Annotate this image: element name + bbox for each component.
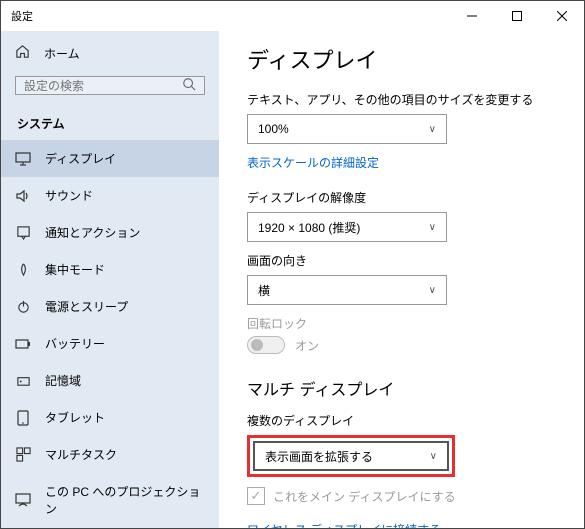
resolution-select[interactable]: 1920 × 1080 (推奨) ∨ [247,212,447,242]
page-title: ディスプレイ [247,43,556,75]
resolution-value: 1920 × 1080 (推奨) [258,219,360,236]
chevron-down-icon: ∨ [429,222,436,233]
nav-label: 通知とアクション [45,224,140,241]
sidebar-item-shared[interactable]: 共有エクスペリエンス [1,527,219,528]
search-icon [182,77,196,94]
sidebar-item-storage[interactable]: 記憶域 [1,362,219,399]
home-label: ホーム [44,45,80,62]
home-link[interactable]: ホーム [1,34,219,72]
multi-display-value: 表示画面を拡張する [265,448,373,465]
sidebar-item-multitask[interactable]: マルチタスク [1,436,219,473]
sidebar-item-sound[interactable]: サウンド [1,177,219,214]
orientation-select[interactable]: 横 ∨ [247,275,447,305]
highlight-annotation: 表示画面を拡張する ∨ [247,435,455,477]
make-main-label: これをメイン ディスプレイにする [273,488,456,505]
rotation-lock-state: オン [295,337,319,354]
chevron-down-icon: ∨ [429,285,436,296]
window-title: 設定 [11,8,449,24]
nav-label: この PC へのプロジェクション [45,483,203,517]
sidebar-item-battery[interactable]: バッテリー [1,325,219,362]
multitask-icon [15,447,31,462]
nav-label: 電源とスリープ [45,298,128,315]
multi-display-heading: マルチ ディスプレイ [247,376,556,400]
nav-label: 集中モード [45,261,105,278]
projection-icon [15,493,31,507]
power-icon [15,299,31,314]
resolution-label: ディスプレイの解像度 [247,189,556,206]
storage-icon [15,373,31,388]
display-icon [15,152,31,166]
tablet-icon [15,410,31,426]
minimize-button[interactable] [449,1,494,31]
battery-icon [15,338,31,350]
multi-display-label: 複数のディスプレイ [247,412,556,429]
scale-value: 100% [258,122,289,136]
orientation-value: 横 [258,282,270,299]
focus-icon [15,262,31,277]
nav-label: 記憶域 [45,372,81,389]
nav-list: ディスプレイ サウンド 通知とアクション 集中モード 電源とスリープ バッテリー… [1,140,219,528]
close-button[interactable] [539,1,584,31]
sidebar-item-notifications[interactable]: 通知とアクション [1,214,219,251]
make-main-checkbox-row: ✓ これをメイン ディスプレイにする [247,487,556,505]
make-main-checkbox: ✓ [247,487,265,505]
search-input[interactable] [15,76,205,95]
home-icon [15,44,30,62]
titlebar: 設定 [1,1,584,31]
rotation-lock-label: 回転ロック [247,315,556,332]
search-field[interactable] [24,79,182,93]
advanced-scale-link[interactable]: 表示スケールの詳細設定 [247,154,556,171]
orientation-label: 画面の向き [247,252,556,269]
sidebar-item-tablet[interactable]: タブレット [1,399,219,436]
nav-label: バッテリー [45,335,105,352]
notification-icon [15,225,31,240]
nav-label: タブレット [45,409,105,426]
chevron-down-icon: ∨ [429,124,436,135]
sidebar-item-focus[interactable]: 集中モード [1,251,219,288]
maximize-button[interactable] [494,1,539,31]
chevron-down-icon: ∨ [430,451,437,462]
wireless-display-link[interactable]: ワイヤレス ディスプレイに接続する [247,521,556,528]
scale-label: テキスト、アプリ、その他の項目のサイズを変更する [247,91,556,108]
sidebar-item-power[interactable]: 電源とスリープ [1,288,219,325]
multi-display-select[interactable]: 表示画面を拡張する ∨ [253,441,449,471]
rotation-lock-toggle [247,336,285,354]
nav-label: ディスプレイ [45,150,116,167]
content-area: ディスプレイ テキスト、アプリ、その他の項目のサイズを変更する 100% ∨ 表… [219,31,584,528]
sound-icon [15,189,31,203]
sidebar: ホーム システム ディスプレイ サウンド 通知とアクション 集中モード 電源とス… [1,31,219,528]
category-label: システム [1,105,219,140]
scale-select[interactable]: 100% ∨ [247,114,447,144]
nav-label: マルチタスク [45,446,117,463]
sidebar-item-display[interactable]: ディスプレイ [1,140,219,177]
nav-label: サウンド [45,187,93,204]
sidebar-item-projection[interactable]: この PC へのプロジェクション [1,473,219,527]
